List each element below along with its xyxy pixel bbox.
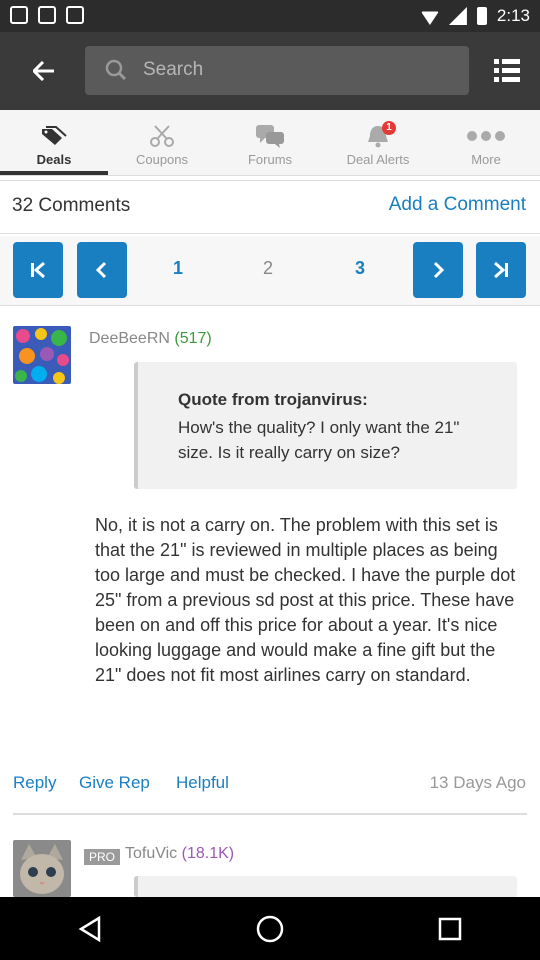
notification-icon [66,6,84,24]
prev-page-button[interactable] [77,242,127,298]
give-rep-link[interactable]: Give Rep [79,773,150,793]
comment-username[interactable]: DeeBeeRN (517) [89,330,212,348]
quote-author: Quote from trojanvirus: [178,390,368,409]
tab-coupons[interactable]: Coupons [108,110,216,175]
username-text: DeeBeeRN [89,330,170,347]
quote-text: How's the quality? I only want the 21" s… [178,418,460,462]
nav-home-button[interactable] [240,899,300,959]
notification-icon [10,6,28,24]
alert-badge: 1 [382,121,396,135]
nav-recents-button[interactable] [420,899,480,959]
page-2[interactable]: 2 [263,258,273,279]
wifi-icon [420,11,439,25]
avatar[interactable] [13,326,71,384]
back-button[interactable] [22,54,66,88]
quote-block [134,876,517,897]
comment-timestamp: 13 Days Ago [429,773,526,792]
square-recents-icon [438,917,462,940]
pagination: 1 2 3 [0,236,540,306]
tab-deal-alerts[interactable]: 1 Deal Alerts [324,110,432,175]
menu-button[interactable] [490,54,524,88]
notification-icon [38,6,56,24]
tab-more[interactable]: More [432,110,540,175]
quote-block: Quote from trojanvirus: How's the qualit… [134,362,517,489]
add-comment-link[interactable]: Add a Comment [389,194,526,216]
first-page-icon [31,261,45,279]
tab-label: Deals [36,152,72,167]
tag-icon [42,126,67,145]
search-icon [105,59,127,81]
reply-link[interactable]: Reply [13,773,56,793]
list-menu-icon [494,59,520,82]
comment-username[interactable]: TofuVic (18.1K) [125,845,234,863]
avatar[interactable] [13,840,71,897]
divider [13,813,527,815]
next-page-button[interactable] [413,242,463,298]
first-page-button[interactable] [13,242,63,298]
arrow-left-icon [33,61,54,81]
top-bar [0,32,540,110]
scissors-icon [150,125,174,147]
username-text: TofuVic [125,845,178,862]
last-page-icon [494,261,508,279]
comments-count: 32 Comments [12,195,131,216]
page-3[interactable]: 3 [355,258,365,279]
tab-label: More [471,152,501,167]
tab-label: Forums [247,152,293,167]
triangle-back-icon [78,915,101,942]
nav-back-button[interactable] [60,899,120,959]
tab-bar: Deals Coupons Forums 1 Deal Alerts More [0,110,540,176]
helpful-link[interactable]: Helpful [176,773,229,793]
comment-actions: Reply Give Rep Helpful 13 Days Ago [0,771,540,801]
comments-header: 32 Comments Add a Comment [0,180,540,234]
status-time: 2:13 [496,6,530,25]
page-1[interactable]: 1 [173,258,183,279]
system-nav-bar [0,897,540,960]
more-dots-icon [467,131,505,141]
search-box[interactable] [85,46,469,95]
tab-label: Coupons [135,152,189,167]
chevron-left-icon [95,261,107,279]
reputation-count: (18.1K) [181,845,235,862]
battery-icon [476,7,487,25]
pro-badge: PRO [84,849,121,865]
comment-body: No, it is not a carry on. The problem wi… [95,515,516,685]
reputation-count: (517) [174,330,212,347]
avatar-flowers-image [13,326,71,384]
signal-icon [448,7,467,25]
avatar-kitten-image [13,840,71,897]
tab-forums[interactable]: Forums [216,110,324,175]
chat-bubbles-icon [256,125,284,148]
last-page-button[interactable] [476,242,526,298]
circle-home-icon [256,915,284,942]
search-input[interactable] [143,54,453,86]
tab-label: Deal Alerts [346,152,410,167]
tab-deals[interactable]: Deals [0,110,108,175]
chevron-right-icon [433,261,445,279]
status-bar: 2:13 [0,0,540,32]
